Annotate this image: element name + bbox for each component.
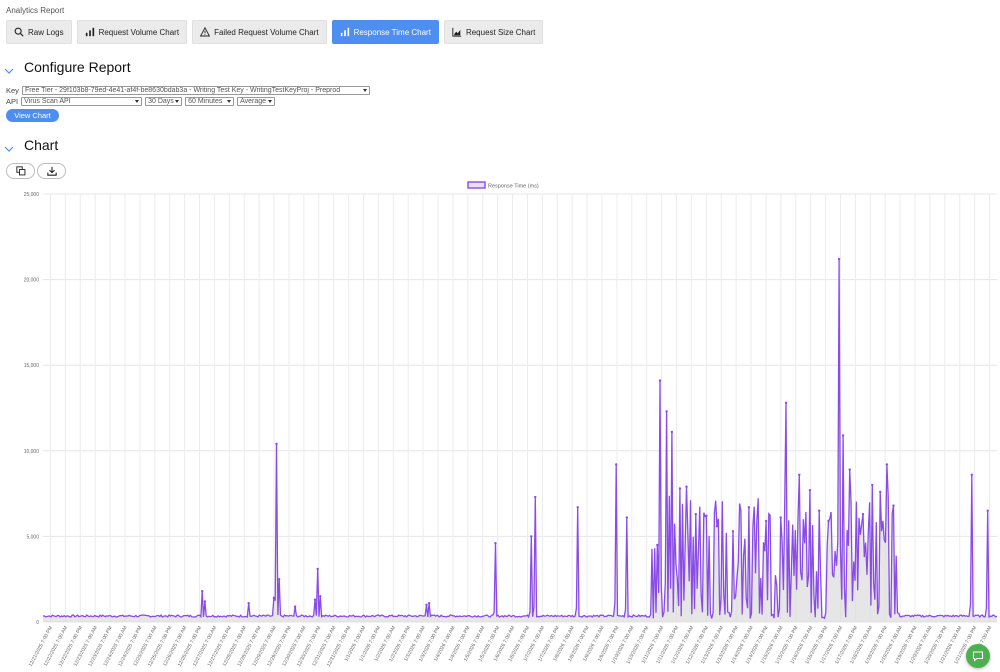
aggregation-select[interactable]: Average	[237, 97, 276, 106]
data-point	[861, 512, 865, 516]
api-label: API	[6, 97, 19, 106]
tab-label: Raw Logs	[28, 27, 64, 37]
key-select[interactable]: Free Tier - 29f103b8-79ed-4e41-af4f-be86…	[21, 86, 370, 95]
download-icon	[46, 166, 57, 176]
data-point	[658, 379, 662, 382]
legend-swatch	[467, 181, 486, 189]
y-tick-label: 5,000	[26, 534, 39, 540]
legend-label: Response Time (ms)	[488, 184, 539, 190]
tab-label: Failed Request Volume Chart	[214, 27, 319, 37]
data-point	[293, 605, 297, 608]
app-title: Analytics Report	[6, 6, 65, 15]
data-point	[827, 519, 830, 523]
data-point	[614, 463, 618, 466]
tab-label: Request Size Chart	[465, 27, 536, 37]
data-point	[277, 578, 281, 581]
key-row: Key Free Tier - 29f103b8-79ed-4e41-af4f-…	[6, 86, 370, 95]
y-tick-label: 15,000	[24, 363, 40, 369]
range-select[interactable]: 30 Days	[145, 97, 183, 106]
data-point	[731, 530, 735, 533]
data-point	[885, 463, 889, 466]
data-point	[316, 567, 319, 571]
chevron-down-icon	[4, 146, 14, 152]
data-point	[764, 519, 768, 523]
chevron-down-icon	[4, 68, 14, 74]
data-point	[670, 430, 674, 434]
data-point	[665, 410, 668, 413]
data-point	[818, 509, 821, 512]
data-point	[892, 504, 895, 507]
data-point	[678, 487, 682, 490]
data-point	[871, 483, 874, 487]
api-select[interactable]: Virus Scan API	[21, 97, 143, 106]
section-title: Chart	[24, 137, 59, 153]
data-point	[319, 595, 322, 598]
data-point	[848, 468, 851, 471]
data-point	[747, 506, 751, 509]
tab-request-size[interactable]: Request Size Chart	[443, 20, 544, 44]
data-point	[841, 434, 845, 437]
warning-icon	[200, 27, 211, 37]
tab-raw-logs[interactable]: Raw Logs	[6, 20, 72, 44]
y-tick-label: 10,000	[24, 449, 40, 455]
area-chart-icon	[452, 27, 462, 37]
copy-button[interactable]	[6, 163, 35, 179]
data-point	[625, 516, 629, 519]
data-point	[798, 473, 801, 476]
data-point	[656, 543, 659, 547]
api-row: API Virus Scan API 30 Days 60 Minutes Av…	[6, 97, 276, 106]
report-tabs: Raw Logs Request Volume Chart Failed Req…	[6, 20, 544, 44]
tab-failed-request-volume[interactable]: Failed Request Volume Chart	[192, 20, 327, 44]
data-point	[313, 598, 317, 601]
data-point	[203, 600, 207, 603]
chat-button[interactable]	[966, 644, 990, 668]
data-point	[715, 524, 719, 528]
data-point	[530, 535, 533, 538]
configure-report-header[interactable]: Configure Report	[4, 58, 131, 76]
tab-label: Request Volume Chart	[98, 27, 180, 37]
view-chart-button[interactable]: View Chart	[6, 109, 59, 122]
data-point	[784, 401, 788, 405]
copy-icon	[15, 166, 25, 176]
data-point	[705, 514, 708, 518]
data-point	[275, 442, 278, 446]
tab-response-time[interactable]: Response Time Chart	[331, 20, 439, 44]
key-label: Key	[6, 86, 19, 95]
download-button[interactable]	[37, 163, 66, 179]
bar-chart-icon	[340, 27, 349, 37]
data-point	[272, 596, 276, 600]
chart-section-header[interactable]: Chart	[4, 136, 58, 154]
interval-select[interactable]: 60 Minutes	[185, 97, 235, 106]
bar-chart-icon	[85, 27, 94, 37]
data-point	[494, 542, 497, 545]
data-point	[576, 506, 579, 509]
data-point	[808, 488, 812, 492]
data-point	[685, 485, 688, 488]
data-point	[201, 589, 204, 593]
tab-label: Response Time Chart	[353, 27, 431, 37]
search-icon	[14, 27, 24, 37]
data-point	[779, 516, 782, 519]
series-line	[42, 259, 998, 620]
data-point	[425, 603, 428, 607]
data-point	[694, 512, 698, 516]
y-tick-label: 25,000	[24, 192, 40, 198]
y-tick-label: 20,000	[24, 278, 40, 284]
data-point	[837, 257, 841, 261]
data-point	[986, 509, 989, 512]
tab-request-volume[interactable]: Request Volume Chart	[76, 20, 188, 44]
data-point	[247, 601, 250, 605]
data-point	[970, 473, 973, 476]
data-point	[534, 495, 537, 499]
y-tick-label: 0	[36, 620, 39, 626]
data-point	[427, 601, 431, 605]
response-time-chart: 05,00010,00015,00020,00025,00012/21/2025…	[24, 181, 998, 668]
section-title: Configure Report	[24, 59, 131, 75]
data-point	[879, 490, 882, 494]
chat-icon	[972, 651, 984, 662]
